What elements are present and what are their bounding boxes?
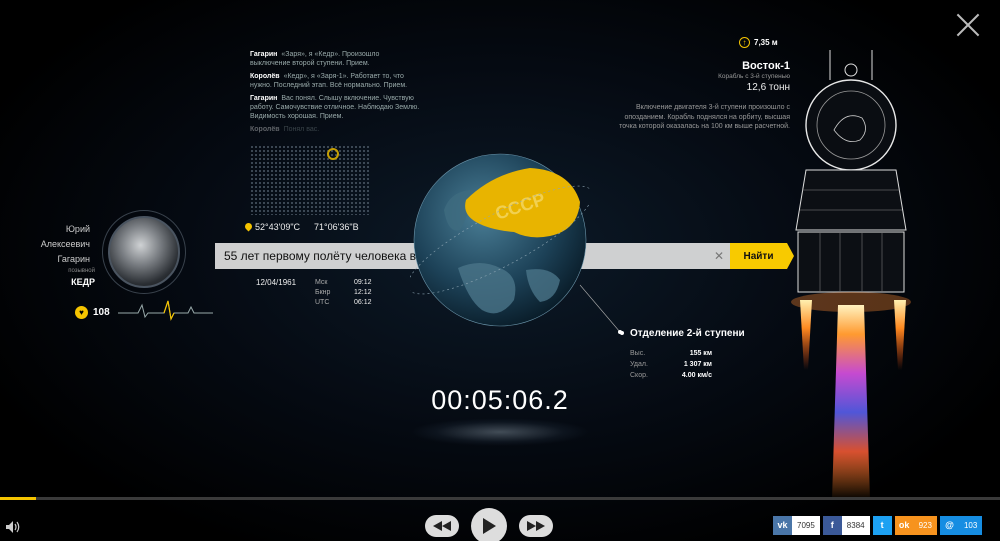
social-share: vk 7095 f 8384 t ok 923 @ 103 [773, 516, 983, 535]
stat-value: 155 км [689, 350, 712, 357]
stat-row: Выс. 155 км [630, 348, 712, 359]
share-facebook-button[interactable]: f 8384 [822, 516, 870, 535]
fast-forward-icon [527, 521, 545, 531]
progress-bar[interactable] [0, 497, 1000, 500]
share-count: 8384 [841, 516, 870, 535]
progress-fill [0, 497, 36, 500]
moimir-icon: @ [939, 516, 959, 535]
stat-row: Удал. 1 307 км [630, 359, 712, 370]
ship-mass: 12,6 тонн [746, 82, 790, 93]
share-count: 103 [958, 516, 983, 535]
play-button[interactable] [471, 508, 507, 541]
stage-stats: Выс. 155 км Удал. 1 307 км Скор. 4.00 км/с [630, 348, 712, 381]
playback-controls [425, 508, 553, 541]
twitter-icon: t [872, 516, 892, 535]
ship-name: Восток-1 [742, 60, 790, 72]
arrow-up-icon: ↑ [739, 37, 750, 48]
share-vk-button[interactable]: vk 7095 [773, 516, 820, 535]
ship-height-value: 7,35 м [754, 38, 778, 47]
play-icon [483, 518, 496, 534]
mission-timer: 00:05:06.2 [431, 385, 569, 415]
stat-value: 4.00 км/с [681, 372, 712, 379]
share-count: 7095 [792, 516, 820, 535]
ship-height: ↑ 7,35 м [739, 37, 778, 48]
share-twitter-button[interactable]: t [872, 516, 892, 535]
odnoklassniki-icon: ok [894, 516, 914, 535]
presentation-stage: Гагарин «Заря», я «Кедр». Произошло выклю… [0, 0, 1000, 541]
vostok-rocket-illustration [791, 50, 911, 500]
fast-forward-button[interactable] [519, 515, 553, 537]
vk-icon: vk [773, 516, 792, 535]
stat-value: 1 307 км [683, 361, 712, 368]
facebook-icon: f [822, 516, 842, 535]
share-count: 923 [913, 516, 937, 535]
volume-icon[interactable] [5, 520, 21, 534]
stat-row: Скор. 4.00 км/с [630, 370, 712, 381]
rewind-button[interactable] [425, 515, 459, 537]
share-odnoklassniki-button[interactable]: ok 923 [894, 516, 937, 535]
stat-label: Скор. [630, 372, 648, 379]
stat-label: Выс. [630, 350, 646, 357]
timer-reflection [410, 418, 590, 446]
stage-event-title: Отделение 2-й ступени [620, 328, 745, 339]
ship-description: Включение двигателя 3-й ступени произошл… [619, 104, 790, 130]
stat-label: Удал. [630, 361, 648, 368]
share-moimir-button[interactable]: @ 103 [939, 516, 983, 535]
ship-subtitle: Корабль с 3-й ступенью [718, 73, 790, 80]
rewind-icon [433, 521, 451, 531]
